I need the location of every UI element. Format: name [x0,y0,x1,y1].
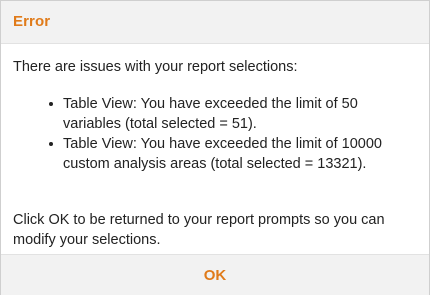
issue-text: Table View: You have exceeded the limit … [63,136,382,172]
error-dialog: Error There are issues with your report … [0,0,430,295]
issue-item: Table View: You have exceeded the limit … [49,134,419,174]
dialog-title-bar: Error [1,1,429,44]
issue-text: Table View: You have exceeded the limit … [63,96,358,132]
bullet-icon [49,142,53,146]
bullet-icon [49,102,53,106]
dialog-title: Error [13,13,51,30]
dialog-body: There are issues with your report select… [1,44,429,254]
issue-list: Table View: You have exceeded the limit … [49,94,419,174]
issue-item: Table View: You have exceeded the limit … [49,94,419,134]
intro-text: There are issues with your report select… [13,59,298,75]
dialog-button-bar: OK [1,254,429,295]
ok-button[interactable]: OK [195,264,235,286]
instruction-text: Click OK to be returned to your report p… [13,212,385,248]
